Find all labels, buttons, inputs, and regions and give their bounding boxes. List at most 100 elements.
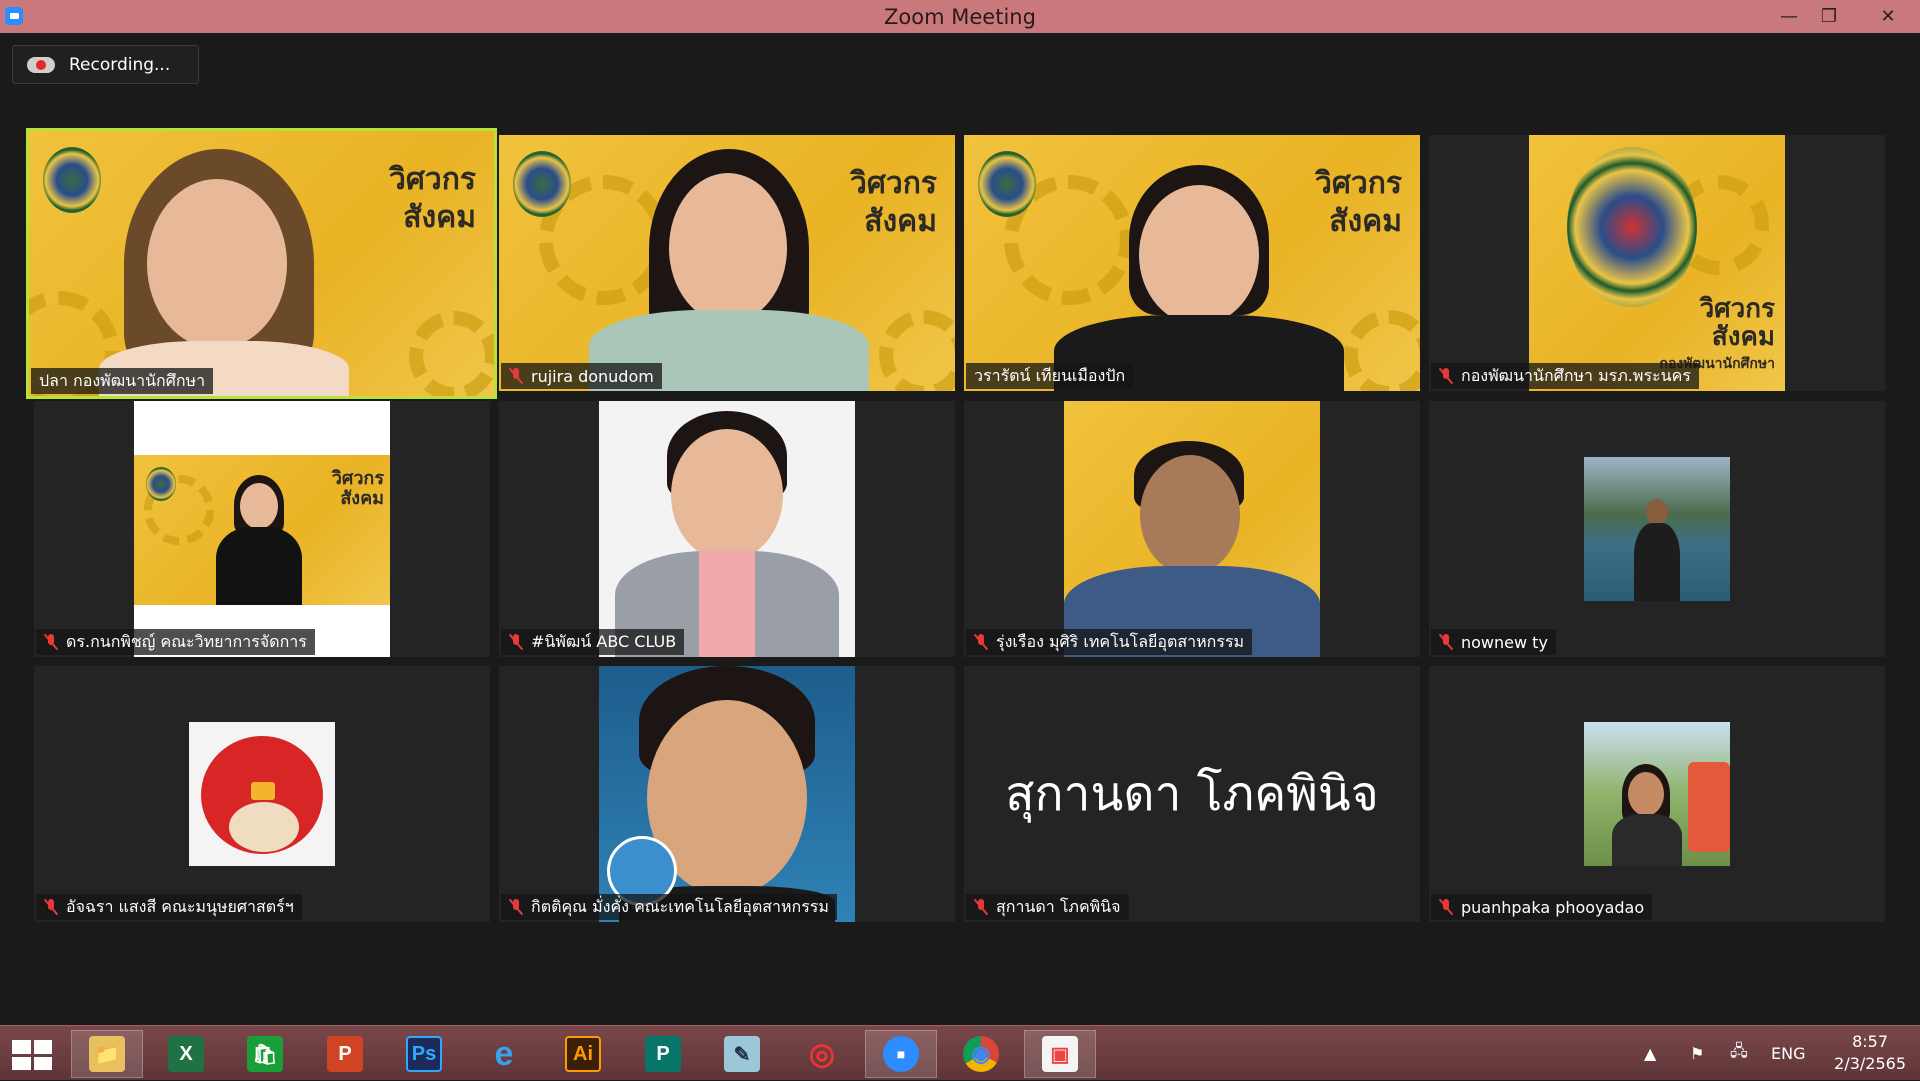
maximize-button[interactable]: ❐: [1807, 0, 1851, 33]
taskbar-clock[interactable]: 8:57 2/3/2565: [1834, 1031, 1906, 1075]
muted-mic-icon: [1439, 899, 1453, 915]
participant-name-avatar: สุกานดา โภคพินิจ: [1005, 766, 1379, 822]
participant-tile[interactable]: วิศวกร สังคม ปลา กองพัฒนานักศึกษา: [26, 128, 497, 399]
muted-mic-icon: [509, 899, 523, 915]
store-taskbar-button[interactable]: 🛍: [229, 1030, 301, 1078]
banner-line1: วิศวกร: [331, 468, 384, 489]
window-title: Zoom Meeting: [884, 5, 1036, 29]
muted-mic-icon: [44, 634, 58, 650]
participant-tile[interactable]: สุกานดา โภคพินิจ สุกานดา โภคพินิจ: [964, 666, 1420, 922]
participant-name-label: #นิพัฒน์ ABC CLUB: [501, 629, 685, 655]
participant-name-label: กองพัฒนานักศึกษา มรภ.พระนคร: [1431, 363, 1699, 389]
participant-tile[interactable]: อัจฉรา แสงสี คณะมนุษยศาสตร์ฯ: [34, 666, 490, 922]
chevron-up-icon: ▲: [1644, 1044, 1657, 1063]
university-seal-icon: [513, 151, 571, 217]
participant-video: [599, 666, 855, 922]
excel-taskbar-button[interactable]: X: [150, 1030, 222, 1078]
file-explorer-taskbar-button[interactable]: 📁: [71, 1030, 143, 1078]
participant-video: วิศวกร สังคม กองพัฒนานักศึกษา: [1529, 135, 1785, 391]
participant-video: [1584, 722, 1730, 866]
photos-taskbar-button[interactable]: ▣: [1024, 1030, 1096, 1078]
participant-tile[interactable]: วิศวกร สังคม ดร.กนกพิชญ์ คณะวิทยาการจัดกา…: [34, 401, 490, 657]
windows-taskbar: 📁 X 🛍 P Ps e Ai P ✎ ◎ ■ ◉ ▣ ▲ ⚑ 🖧 ENG 8:…: [0, 1025, 1920, 1080]
photos-icon: ▣: [1042, 1036, 1078, 1072]
show-hidden-icons-button[interactable]: ▲: [1644, 1026, 1656, 1081]
illustrator-taskbar-button[interactable]: Ai: [547, 1030, 619, 1078]
window-titlebar[interactable]: Zoom Meeting — ❐ ✕: [0, 0, 1920, 33]
clock-time: 8:57: [1852, 1032, 1889, 1051]
network-monitor-icon: 🖧: [1730, 1041, 1748, 1060]
participant-name-label: กิตติคุณ มั่งคั่ง คณะเทคโนโลยีอุตสาหกรรม: [501, 894, 837, 920]
participant-video: วิศวกร สังคม: [134, 401, 390, 657]
muted-mic-icon: [1439, 634, 1453, 650]
participant-video: วิศวกร สังคม: [29, 131, 494, 396]
banner-line2: สังคม: [1329, 204, 1402, 239]
participant-name-label: สุกานดา โภคพินิจ: [966, 894, 1129, 920]
minimize-button[interactable]: —: [1767, 0, 1811, 33]
illustrator-icon: Ai: [565, 1036, 601, 1072]
photoscape-icon: ◎: [808, 1037, 836, 1071]
network-icon[interactable]: 🖧: [1730, 1026, 1748, 1081]
photoshop-icon: Ps: [406, 1036, 442, 1072]
participant-name-label: วรารัตน์ เทียนเมืองปัก: [966, 363, 1134, 389]
close-button[interactable]: ✕: [1858, 0, 1918, 33]
zoom-taskbar-button[interactable]: ■: [865, 1030, 937, 1078]
university-seal-icon: [43, 147, 101, 213]
participant-name-label: puanhpaka phooyadao: [1431, 894, 1653, 920]
muted-mic-icon: [974, 899, 988, 915]
participant-tile[interactable]: วิศวกร สังคม กองพัฒนานักศึกษา กองพัฒนานัก…: [1429, 135, 1885, 391]
internet-explorer-icon: e: [494, 1034, 514, 1073]
folder-icon: 📁: [89, 1036, 125, 1072]
participant-video: วิศวกร สังคม: [499, 135, 955, 391]
flag-icon: ⚑: [1690, 1044, 1705, 1063]
cloud-recording-icon: [27, 54, 55, 76]
chrome-taskbar-button[interactable]: ◉: [945, 1030, 1017, 1078]
participant-tile[interactable]: puanhpaka phooyadao: [1429, 666, 1885, 922]
clock-date: 2/3/2565: [1834, 1054, 1906, 1073]
participant-tile[interactable]: nownew ty: [1429, 401, 1885, 657]
muted-mic-icon: [509, 634, 523, 650]
banner-line2: สังคม: [864, 204, 937, 239]
banner-line1: วิศวกร: [388, 162, 476, 197]
banner-line2: สังคม: [340, 488, 384, 509]
participant-video: [1584, 457, 1730, 601]
windows-start-button[interactable]: [12, 1040, 52, 1070]
participant-video: วิศวกร สังคม: [964, 135, 1420, 391]
publisher-icon: P: [645, 1036, 681, 1072]
notepad-icon: ✎: [724, 1036, 760, 1072]
participant-name-label: อัจฉรา แสงสี คณะมนุษยศาสตร์ฯ: [36, 894, 302, 920]
photoscape-taskbar-button[interactable]: ◎: [786, 1030, 858, 1078]
internet-explorer-taskbar-button[interactable]: e: [468, 1030, 540, 1078]
university-seal-icon: [978, 151, 1036, 217]
participant-video: [1064, 401, 1320, 657]
participant-tile[interactable]: กิตติคุณ มั่งคั่ง คณะเทคโนโลยีอุตสาหกรรม: [499, 666, 955, 922]
banner-line1: วิศวกร: [849, 166, 937, 201]
banner-line2: สังคม: [403, 200, 476, 235]
participant-tile[interactable]: วิศวกร สังคม rujira donudom: [499, 135, 955, 391]
participant-tile[interactable]: รุ่งเรือง มุศิริ เทคโนโลยีอุตสาหกรรม: [964, 401, 1420, 657]
language-indicator[interactable]: ENG: [1771, 1026, 1805, 1081]
photoshop-taskbar-button[interactable]: Ps: [388, 1030, 460, 1078]
recording-indicator[interactable]: Recording...: [12, 45, 199, 84]
participant-tile[interactable]: วิศวกร สังคม วรารัตน์ เทียนเมืองปัก: [964, 135, 1420, 391]
participant-name-label: รุ่งเรือง มุศิริ เทคโนโลยีอุตสาหกรรม: [966, 629, 1253, 655]
participant-video: [189, 722, 335, 866]
participant-tile[interactable]: #นิพัฒน์ ABC CLUB: [499, 401, 955, 657]
excel-icon: X: [168, 1036, 204, 1072]
banner-line1: วิศวกร: [1699, 294, 1775, 324]
banner-line2: สังคม: [1711, 322, 1775, 352]
publisher-taskbar-button[interactable]: P: [627, 1030, 699, 1078]
muted-mic-icon: [974, 634, 988, 650]
powerpoint-icon: P: [327, 1036, 363, 1072]
chrome-icon: ◉: [963, 1036, 999, 1072]
university-seal-icon: [1567, 147, 1697, 307]
store-icon: 🛍: [247, 1036, 283, 1072]
participant-name-label: nownew ty: [1431, 629, 1556, 655]
zoom-icon: ■: [883, 1036, 919, 1072]
muted-mic-icon: [44, 899, 58, 915]
action-center-icon[interactable]: ⚑: [1690, 1026, 1704, 1081]
powerpoint-taskbar-button[interactable]: P: [309, 1030, 381, 1078]
notepad-taskbar-button[interactable]: ✎: [706, 1030, 778, 1078]
participant-name-label: rujira donudom: [501, 363, 662, 389]
participant-name-label: ดร.กนกพิชญ์ คณะวิทยาการจัดการ: [36, 629, 315, 655]
